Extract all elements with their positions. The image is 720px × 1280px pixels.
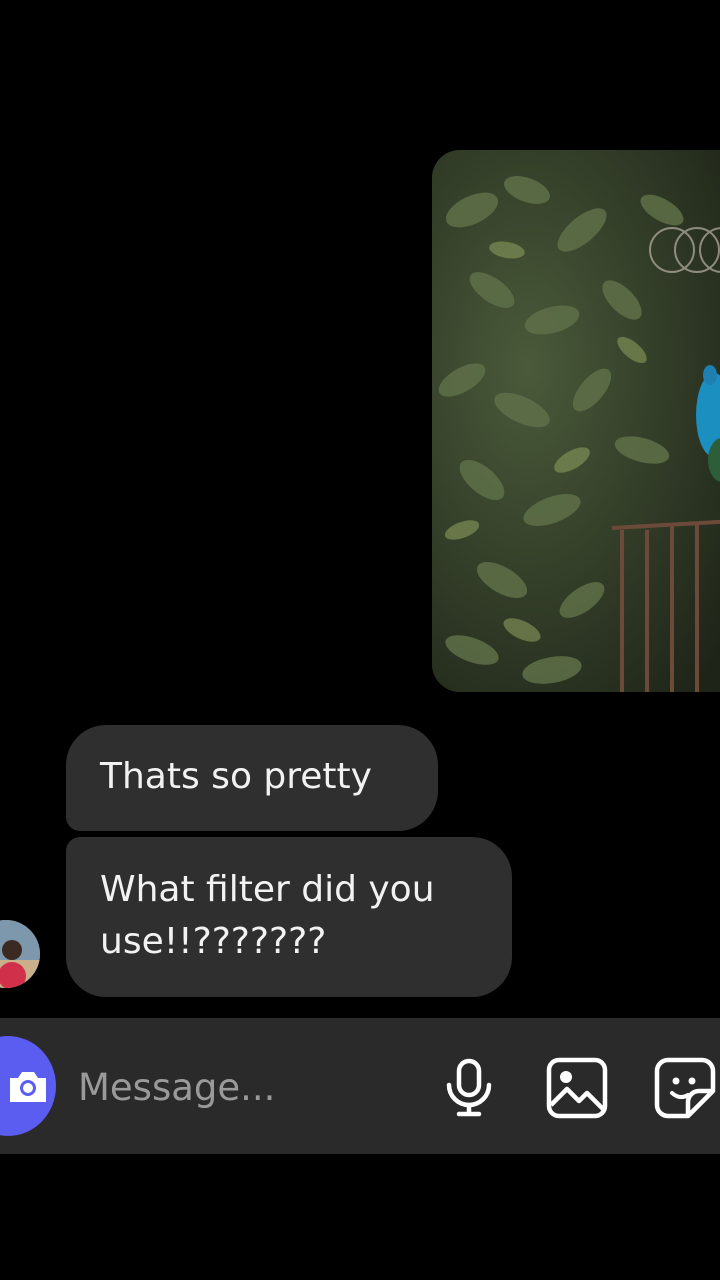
message-input[interactable]: [78, 1058, 418, 1116]
sender-avatar[interactable]: [0, 920, 40, 988]
avatar-photo: [0, 920, 40, 988]
message-bubble[interactable]: Thats so pretty: [66, 725, 438, 831]
message-bubble[interactable]: What filter did you use!!???????: [66, 837, 512, 997]
gallery-button[interactable]: [545, 1056, 609, 1120]
camera-icon: [10, 1072, 46, 1102]
image-icon: [546, 1057, 608, 1119]
sticker-icon: [654, 1057, 716, 1119]
microphone-icon: [446, 1058, 492, 1117]
voice-message-button[interactable]: [437, 1056, 501, 1120]
sticker-button[interactable]: [653, 1056, 717, 1120]
peacock-photo: [432, 150, 720, 692]
shared-photo-message[interactable]: [432, 150, 720, 692]
dm-thread-screen: Thats so pretty What filter did you use!…: [0, 0, 720, 1280]
